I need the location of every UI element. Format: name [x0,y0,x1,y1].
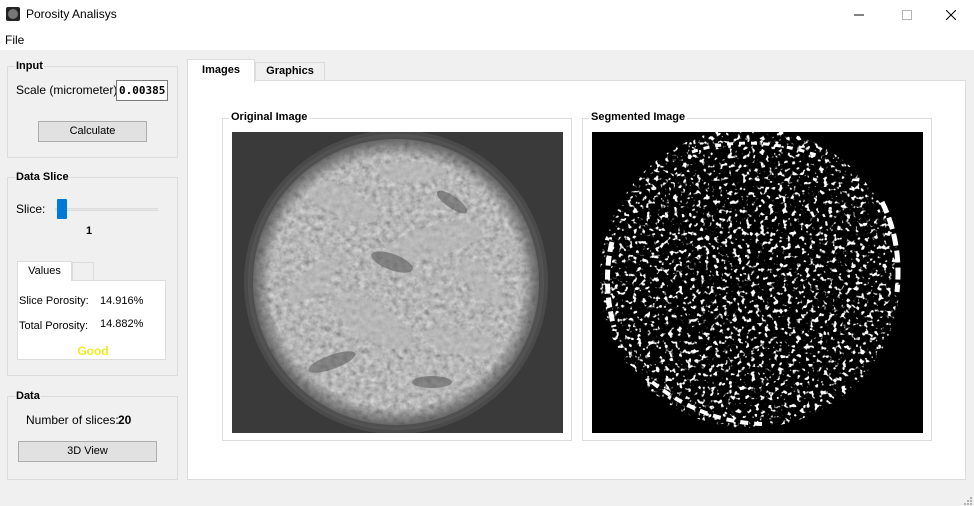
minimize-button[interactable] [836,0,882,30]
slices-count-label: Number of slices: [26,413,119,427]
calculate-button[interactable]: Calculate [38,121,147,142]
maximize-icon [902,10,912,20]
menu-bar: File [0,30,974,50]
view-3d-button[interactable]: 3D View [18,441,157,462]
slice-slider-handle[interactable] [57,199,67,219]
segmented-image [592,132,923,433]
data-group-title: Data [15,390,41,402]
original-image-group: Original Image [222,111,572,441]
window-title: Porosity Analisys [26,7,117,21]
data-slice-title: Data Slice [15,171,70,183]
slice-porosity-value: 14.916% [100,295,144,307]
tab-images[interactable]: Images [187,59,255,83]
images-tab-panel: Original Image Segmented Image [187,80,966,480]
original-image [232,132,563,433]
tab-empty[interactable] [72,262,94,281]
close-button[interactable] [928,0,974,30]
slice-slider-track[interactable] [55,208,158,211]
data-group [7,396,178,480]
close-icon [946,10,956,20]
app-disc-icon [6,7,20,21]
tab-values[interactable]: Values [17,261,72,281]
menu-file[interactable]: File [5,33,24,47]
segmented-image-title: Segmented Image [589,111,688,123]
scale-label: Scale (micrometer): [16,83,121,97]
maximize-button[interactable] [884,0,930,30]
slice-number: 1 [86,225,93,237]
values-panel: Slice Porosity: 14.916% Total Porosity: … [17,280,166,360]
segmented-image-group: Segmented Image [582,111,932,441]
slice-label: Slice: [16,202,46,216]
input-group-title: Input [15,60,44,72]
original-image-title: Original Image [229,111,310,123]
status-badge: Good [77,344,109,358]
slices-count-value: 20 [118,413,132,427]
resize-grip-icon[interactable] [962,494,972,505]
title-bar[interactable]: Porosity Analisys [0,0,974,30]
scale-input[interactable]: 0.00385 [116,80,168,101]
total-porosity-label: Total Porosity: [19,320,89,332]
tab-graphics[interactable]: Graphics [255,62,325,81]
minimize-icon [854,10,864,20]
slice-porosity-label: Slice Porosity: [19,295,89,307]
total-porosity-value: 14.882% [100,318,144,330]
